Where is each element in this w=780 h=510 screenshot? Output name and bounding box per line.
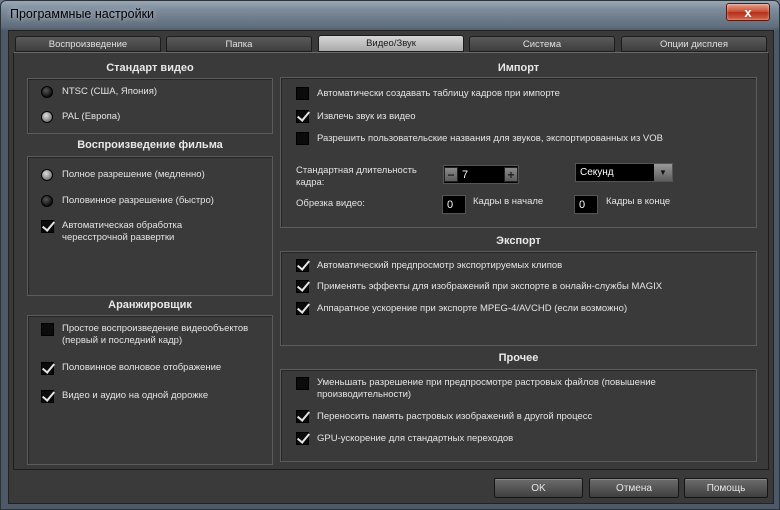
- frame-duration-label: Стандартная длительность кадра:: [296, 165, 417, 188]
- trim-start-value: 0: [447, 199, 454, 211]
- radio-ntsc[interactable]: [41, 86, 53, 98]
- title-bar[interactable]: Программные настройки x: [1, 1, 779, 29]
- checkbox-half-waveform-label: Половинное волновое отображение: [62, 362, 222, 373]
- radio-half-resolution[interactable]: [41, 195, 53, 207]
- radio-half-resolution-label: Половинное разрешение (быстро): [62, 195, 214, 206]
- close-button[interactable]: x: [726, 3, 770, 21]
- arranger-title: Аранжировщик: [108, 299, 192, 311]
- trim-start-label: Кадры в начале: [473, 196, 544, 207]
- dialog-client: Воспроизведение Папка Видео/Звук Система…: [8, 30, 774, 504]
- import-title: Импорт: [497, 62, 540, 74]
- increment-button[interactable]: +: [504, 167, 518, 182]
- checkbox-simple-playback-label: Простое воспроизведение видеообъектов (п…: [62, 323, 249, 346]
- radio-pal-label: PAL (Европа): [62, 111, 121, 122]
- tab-system[interactable]: Система: [469, 36, 615, 52]
- checkbox-video-audio-one-track-label: Видео и аудио на одной дорожке: [62, 390, 209, 401]
- checkbox-deinterlace-label: Автоматическая обработка чересстрочной р…: [62, 220, 183, 243]
- checkbox-reduce-preview-resolution[interactable]: [296, 377, 309, 390]
- trim-video-label: Обрезка видео:: [296, 198, 365, 209]
- tab-video-audio[interactable]: Видео/Звук: [318, 35, 464, 52]
- radio-pal[interactable]: [41, 111, 53, 123]
- window-title: Программные настройки: [10, 7, 155, 21]
- checkbox-video-audio-one-track[interactable]: [41, 390, 54, 403]
- checkbox-move-bitmap-memory-label: Переносить память растровых изображений …: [317, 411, 593, 422]
- chevron-down-icon[interactable]: ▼: [654, 164, 672, 181]
- checkbox-auto-frame-table[interactable]: [296, 87, 309, 100]
- trim-end-label: Кадры в конце: [606, 196, 671, 207]
- duration-unit-value: Секунд: [580, 167, 614, 178]
- radio-ntsc-label: NTSC (США, Япония): [62, 86, 157, 97]
- checkbox-gpu-transitions-label: GPU-ускорение для стандартных переходов: [317, 433, 514, 444]
- checkbox-half-waveform[interactable]: [41, 362, 54, 375]
- video-standard-title: Стандарт видео: [106, 62, 194, 74]
- minus-icon: −: [447, 167, 455, 182]
- export-title: Экспорт: [496, 235, 541, 247]
- plus-icon: +: [507, 167, 515, 182]
- cancel-button[interactable]: Отмена: [589, 478, 679, 498]
- checkbox-simple-playback[interactable]: [41, 323, 54, 336]
- duration-unit-select[interactable]: Секунд ▼: [575, 163, 673, 182]
- checkbox-extract-audio[interactable]: [296, 110, 309, 123]
- radio-full-resolution-label: Полное разрешение (медленно): [62, 169, 205, 180]
- help-button[interactable]: Помощь: [684, 478, 768, 498]
- checkbox-auto-preview-export-label: Автоматический предпросмотр экспортируем…: [317, 260, 563, 271]
- decrement-button[interactable]: −: [444, 167, 458, 182]
- checkbox-apply-effects-magix[interactable]: [296, 280, 309, 293]
- checkbox-custom-vob-names[interactable]: [296, 132, 309, 145]
- checkbox-custom-vob-names-label: Разрешить пользовательские названия для …: [317, 133, 663, 144]
- tab-display-options[interactable]: Опции дисплея: [621, 36, 767, 52]
- tab-playback[interactable]: Воспроизведение: [15, 36, 161, 52]
- checkbox-hw-acceleration-label: Аппаратное ускорение при экспорте MPEG-4…: [317, 303, 628, 314]
- checkbox-deinterlace[interactable]: [41, 220, 54, 233]
- checkbox-hw-acceleration[interactable]: [296, 302, 309, 315]
- trim-start-input[interactable]: 0: [442, 195, 466, 214]
- tab-folder[interactable]: Папка: [166, 36, 312, 52]
- checkbox-reduce-preview-resolution-label: Уменьшать разрешение при предпросмотре р…: [317, 377, 656, 400]
- frame-duration-value: 7: [462, 169, 469, 181]
- movie-playback-title: Воспроизведение фильма: [77, 139, 223, 151]
- trim-end-input[interactable]: 0: [574, 195, 598, 214]
- checkbox-apply-effects-magix-label: Применять эффекты для изображений при эк…: [317, 281, 663, 292]
- checkbox-move-bitmap-memory[interactable]: [296, 410, 309, 423]
- trim-end-value: 0: [579, 199, 586, 211]
- checkbox-gpu-transitions[interactable]: [296, 432, 309, 445]
- checkbox-auto-preview-export[interactable]: [296, 259, 309, 272]
- checkbox-extract-audio-label: Извлечь звук из видео: [317, 111, 416, 122]
- close-icon: x: [744, 4, 752, 20]
- radio-full-resolution[interactable]: [41, 169, 53, 181]
- ok-button[interactable]: OK: [494, 478, 583, 498]
- other-title: Прочее: [498, 352, 539, 364]
- checkbox-auto-frame-table-label: Автоматически создавать таблицу кадров п…: [317, 88, 560, 99]
- dialog-window: Программные настройки x Воспроизведение …: [0, 0, 780, 510]
